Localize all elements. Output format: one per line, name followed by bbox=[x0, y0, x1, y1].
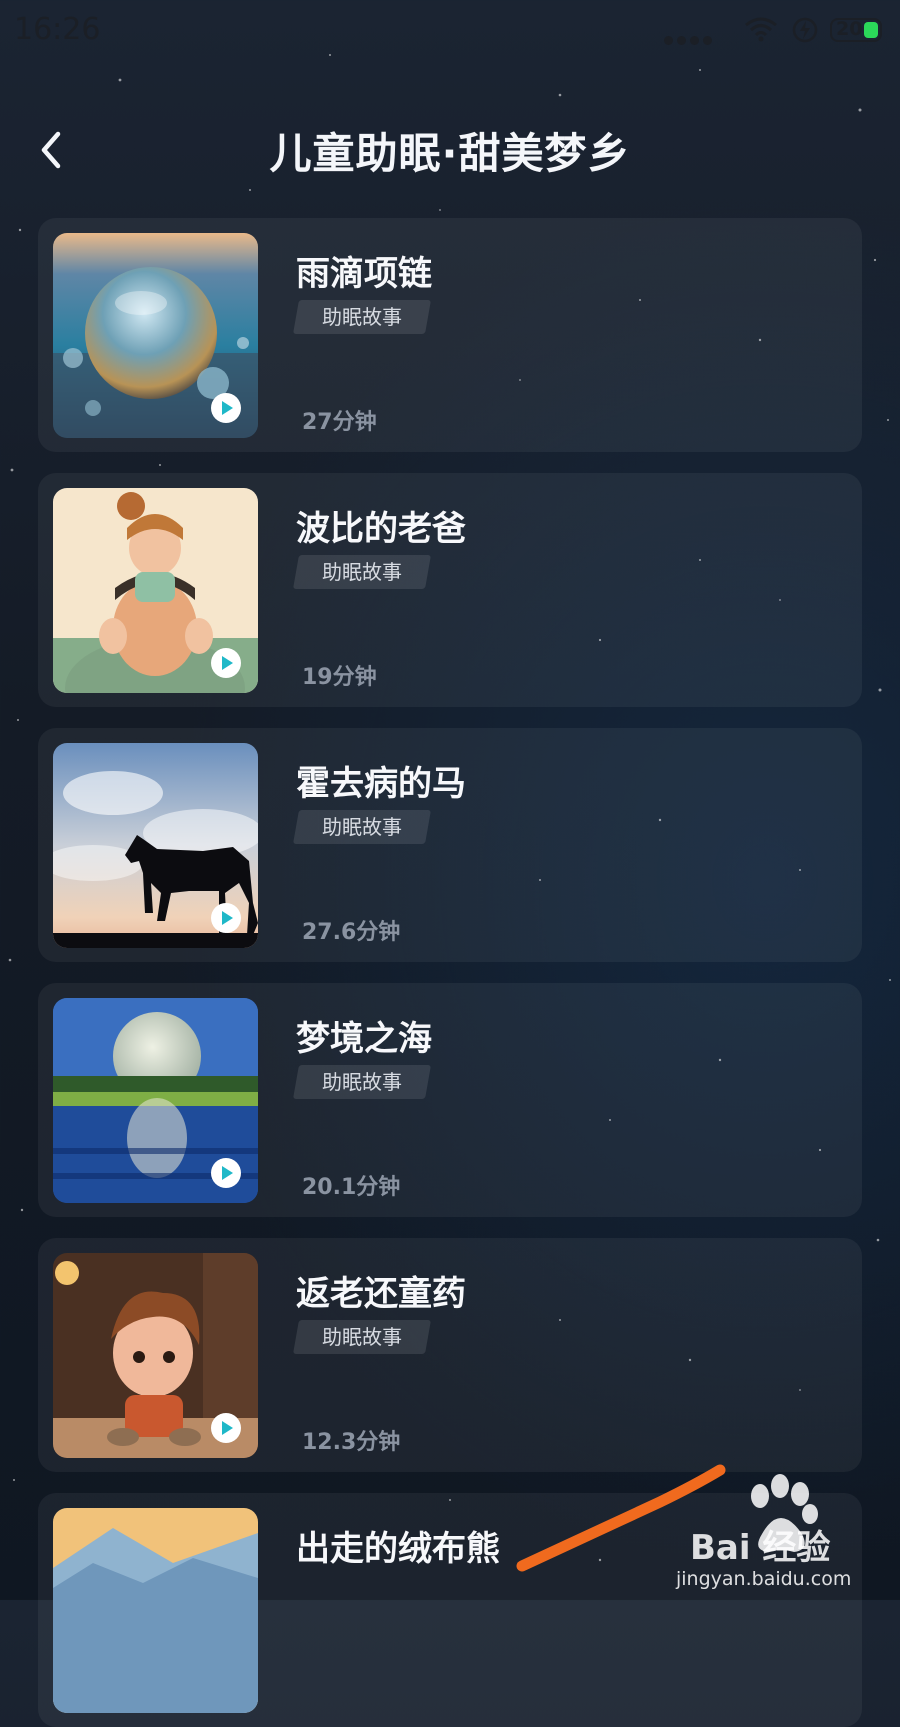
battery-fill bbox=[864, 22, 878, 38]
story-tag: 助眠故事 bbox=[293, 1320, 431, 1354]
play-icon[interactable] bbox=[210, 902, 242, 934]
play-icon[interactable] bbox=[210, 1412, 242, 1444]
story-title: 梦境之海 bbox=[296, 1019, 432, 1059]
story-tag: 助眠故事 bbox=[293, 300, 431, 334]
story-tag: 助眠故事 bbox=[293, 810, 431, 844]
story-duration: 19分钟 bbox=[302, 665, 377, 690]
story-tag: 助眠故事 bbox=[293, 1065, 431, 1099]
wifi-icon bbox=[745, 17, 777, 42]
watermark-url: jingyan.baidu.com bbox=[676, 1568, 852, 1590]
story-card[interactable]: 霍去病的马 助眠故事 27.6分钟 bbox=[38, 728, 862, 962]
story-thumbnail bbox=[53, 743, 258, 948]
story-title: 出走的绒布熊 bbox=[296, 1529, 500, 1569]
story-thumbnail bbox=[53, 1253, 258, 1458]
story-card[interactable]: 波比的老爸 助眠故事 19分钟 bbox=[38, 473, 862, 707]
story-duration: 27分钟 bbox=[302, 410, 377, 435]
story-title: 雨滴项链 bbox=[296, 254, 432, 294]
story-tag: 助眠故事 bbox=[293, 555, 431, 589]
play-icon[interactable] bbox=[210, 392, 242, 424]
story-thumbnail bbox=[53, 998, 258, 1203]
signal-dots-icon bbox=[664, 30, 720, 45]
watermark-brand: Bai 经验 bbox=[690, 1528, 831, 1568]
story-card[interactable]: 梦境之海 助眠故事 20.1分钟 bbox=[38, 983, 862, 1217]
story-title: 霍去病的马 bbox=[296, 764, 466, 804]
charging-icon bbox=[792, 17, 818, 43]
status-bar: 16:26 20 bbox=[0, 0, 900, 60]
story-thumbnail bbox=[53, 1508, 258, 1713]
story-thumbnail bbox=[53, 233, 258, 438]
play-icon[interactable] bbox=[210, 647, 242, 679]
story-duration: 12.3分钟 bbox=[302, 1430, 401, 1455]
page-title: 儿童助眠·甜美梦乡 bbox=[269, 129, 631, 178]
story-duration: 27.6分钟 bbox=[302, 920, 401, 945]
battery-level: 20 bbox=[836, 18, 863, 40]
story-title: 返老还童药 bbox=[296, 1274, 466, 1314]
status-time: 16:26 bbox=[14, 12, 101, 47]
battery-indicator: 20 bbox=[830, 18, 882, 42]
story-thumbnail bbox=[53, 488, 258, 693]
story-duration: 20.1分钟 bbox=[302, 1175, 401, 1200]
story-card[interactable]: 返老还童药 助眠故事 12.3分钟 bbox=[38, 1238, 862, 1472]
story-card[interactable]: 雨滴项链 助眠故事 27分钟 bbox=[38, 218, 862, 452]
play-icon[interactable] bbox=[210, 1157, 242, 1189]
story-title: 波比的老爸 bbox=[296, 509, 466, 549]
